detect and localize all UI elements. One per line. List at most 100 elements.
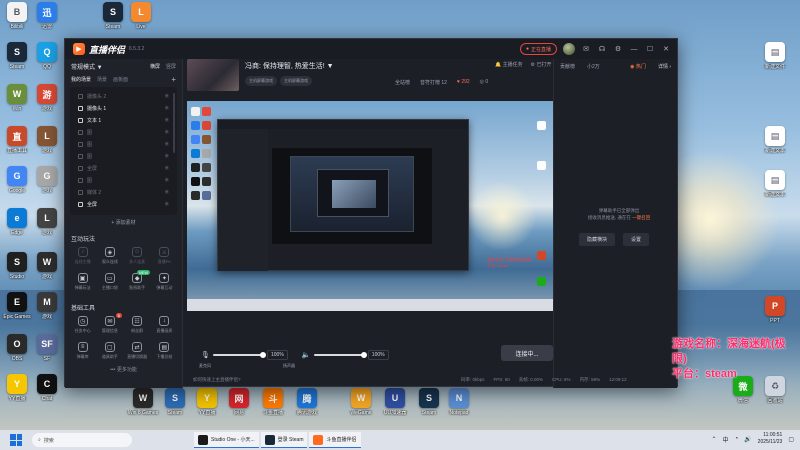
tool-button[interactable]: ✦ 弹幕互动: [151, 273, 178, 295]
tool-button[interactable]: ♪ 连线主播: [69, 247, 96, 269]
tool-button[interactable]: ◆ NEW 贴纸助手: [124, 270, 151, 295]
detail-link[interactable]: 详情 ›: [658, 63, 671, 70]
ranking-link[interactable]: 全站榜: [395, 79, 410, 86]
help-link[interactable]: 如何快速上主直播伴侣?: [193, 377, 241, 383]
add-source-button[interactable]: + 添加素材: [65, 219, 182, 226]
tool-button[interactable]: ☺ 多人连麦: [124, 247, 151, 269]
headset-icon[interactable]: ☊: [597, 44, 607, 54]
desktop-icon[interactable]: Q QQ: [30, 42, 64, 80]
tool-button[interactable]: ◈ 观众连线: [96, 247, 123, 269]
tab-scene[interactable]: 场景: [97, 76, 107, 83]
desktop-icon[interactable]: G 游戏: [30, 166, 64, 204]
desktop-icon[interactable]: 网网易: [222, 388, 256, 426]
desktop-icon[interactable]: W WeGame: [344, 388, 378, 426]
source-item[interactable]: 图 ◉: [70, 174, 177, 186]
notification-icon[interactable]: ▢: [788, 436, 794, 443]
desktop-icon[interactable]: 游游戏: [30, 84, 64, 122]
speaker-volume-value[interactable]: 100%: [367, 350, 389, 360]
live-status-button[interactable]: ● 正在直播: [519, 43, 557, 55]
desktop-icon[interactable]: SF SF: [30, 334, 64, 372]
source-item[interactable]: 全屏 ◉: [70, 162, 177, 174]
checkbox-icon[interactable]: [78, 177, 83, 183]
desktop-icon[interactable]: ▤ 新建文本: [758, 126, 792, 164]
more-tools-button[interactable]: ••• 更多功能: [65, 366, 182, 373]
desktop-icon[interactable]: W 游戏: [30, 252, 64, 290]
desktop-icon[interactable]: M 游戏: [30, 292, 64, 330]
room-tag[interactable]: 主机屏幕游戏: [245, 76, 277, 86]
source-item[interactable]: 全屏 ◉: [70, 198, 177, 210]
checkbox-icon[interactable]: [78, 201, 83, 207]
desktop-icon[interactable]: L 游戏: [30, 126, 64, 164]
eye-icon[interactable]: ◉: [165, 117, 169, 123]
minimize-icon[interactable]: —: [629, 44, 639, 54]
connect-button[interactable]: 连接中...: [501, 345, 553, 361]
checkbox-icon[interactable]: [78, 129, 83, 135]
desktop-icon[interactable]: S Steam: [412, 388, 446, 426]
checkbox-icon[interactable]: [78, 105, 83, 111]
checkbox-icon[interactable]: [78, 93, 83, 99]
stream-preview[interactable]: 游戏名称: 深海迷航(极限) 平台: steam: [187, 101, 555, 311]
task-link[interactable]: 🔔 主播任务: [495, 61, 523, 68]
desktop-icon[interactable]: e Edge: [0, 208, 34, 246]
source-scrollbar[interactable]: [173, 93, 175, 153]
add-scene-icon[interactable]: +: [171, 75, 176, 84]
desktop-icon[interactable]: L Live: [124, 2, 158, 40]
search-box[interactable]: ⌕ 搜索: [32, 433, 132, 447]
tab-contribution[interactable]: 贡献榜: [560, 63, 575, 70]
source-item[interactable]: 图 ◉: [70, 126, 177, 138]
speaker-volume-knob[interactable]: [360, 352, 367, 358]
tool-button[interactable]: ▢ 道具助手: [96, 342, 123, 364]
room-title[interactable]: 冯商: 保持理智, 热爱生活! ▼: [245, 61, 334, 71]
desktop-icon[interactable]: G Google: [0, 166, 34, 204]
eye-icon[interactable]: ◉: [165, 141, 169, 147]
mic-volume-value[interactable]: 100%: [267, 350, 288, 360]
checkbox-icon[interactable]: [78, 153, 83, 159]
hide-module-button[interactable]: 隐藏横块: [579, 233, 616, 246]
room-tag[interactable]: 主机屏幕游戏: [280, 76, 312, 86]
tool-button[interactable]: ☷ 粉丝群: [124, 316, 151, 338]
settings-icon[interactable]: ⚙: [613, 44, 623, 54]
eye-icon[interactable]: ◉: [165, 189, 169, 195]
start-button[interactable]: [8, 432, 24, 448]
tool-button[interactable]: ▣ 弹幕玩法: [69, 273, 96, 295]
network-icon[interactable]: ◔: [735, 436, 739, 442]
desktop-icon[interactable]: C Chat: [30, 374, 64, 412]
tool-button[interactable]: ✉ 5 管理信息: [96, 313, 123, 338]
mic-volume-knob[interactable]: [260, 352, 266, 358]
source-item[interactable]: 摄像头 2 ◉: [70, 90, 177, 102]
volume-icon[interactable]: 🔊: [744, 436, 751, 443]
desktop-icon[interactable]: 直直播工具: [0, 126, 34, 164]
desktop-icon[interactable]: 腾腾讯游戏: [290, 388, 324, 426]
mic-volume-slider[interactable]: [213, 352, 266, 358]
opened-link[interactable]: ⚙ 已打开: [531, 61, 552, 68]
chevron-up-icon[interactable]: ⌃: [712, 436, 717, 443]
desktop-icon[interactable]: ▤ 新建文本: [758, 170, 792, 208]
desktop-icon[interactable]: U UU加速器: [378, 388, 412, 426]
room-cover[interactable]: [187, 59, 239, 91]
tool-button[interactable]: ⚔ 直播PK: [151, 247, 178, 269]
title-bar[interactable]: ▶ 直播伴侣 6.5.3.2 ● 正在直播 ✉ ☊ ⚙ — ☐ ✕: [65, 39, 677, 59]
checkbox-icon[interactable]: [78, 165, 83, 171]
maximize-icon[interactable]: ☐: [645, 44, 655, 54]
desktop-icon[interactable]: O OBS: [0, 334, 34, 372]
tip-settings-button[interactable]: 设置: [623, 233, 650, 246]
desktop-icon[interactable]: P PPT: [758, 296, 792, 334]
desktop-icon[interactable]: 迅迅雷: [30, 2, 64, 40]
tab-my-scene[interactable]: 我的场景: [71, 76, 91, 83]
desktop-icon[interactable]: E Epic Games: [0, 292, 34, 330]
tool-button[interactable]: ≡ 弹幕库: [69, 342, 96, 364]
eye-icon[interactable]: ◉: [165, 93, 169, 99]
checkbox-icon[interactable]: [78, 117, 83, 123]
clock[interactable]: 11:00:51 2025/11/23: [758, 432, 783, 446]
eye-icon[interactable]: ◉: [165, 165, 169, 171]
eye-icon[interactable]: ◉: [165, 153, 169, 159]
desktop-icon[interactable]: L 游戏: [30, 208, 64, 246]
source-item[interactable]: 摄像头 1 ◉: [70, 102, 177, 114]
eye-icon[interactable]: ◉: [165, 129, 169, 135]
eye-icon[interactable]: ◉: [165, 105, 169, 111]
desktop-icon[interactable]: S Steam: [158, 388, 192, 426]
checkbox-icon[interactable]: [78, 141, 83, 147]
eye-icon[interactable]: ◉: [165, 201, 169, 207]
desktop-icon[interactable]: Y YY直播: [0, 374, 34, 412]
tool-button[interactable]: ▭ 主播口袋: [96, 273, 123, 295]
